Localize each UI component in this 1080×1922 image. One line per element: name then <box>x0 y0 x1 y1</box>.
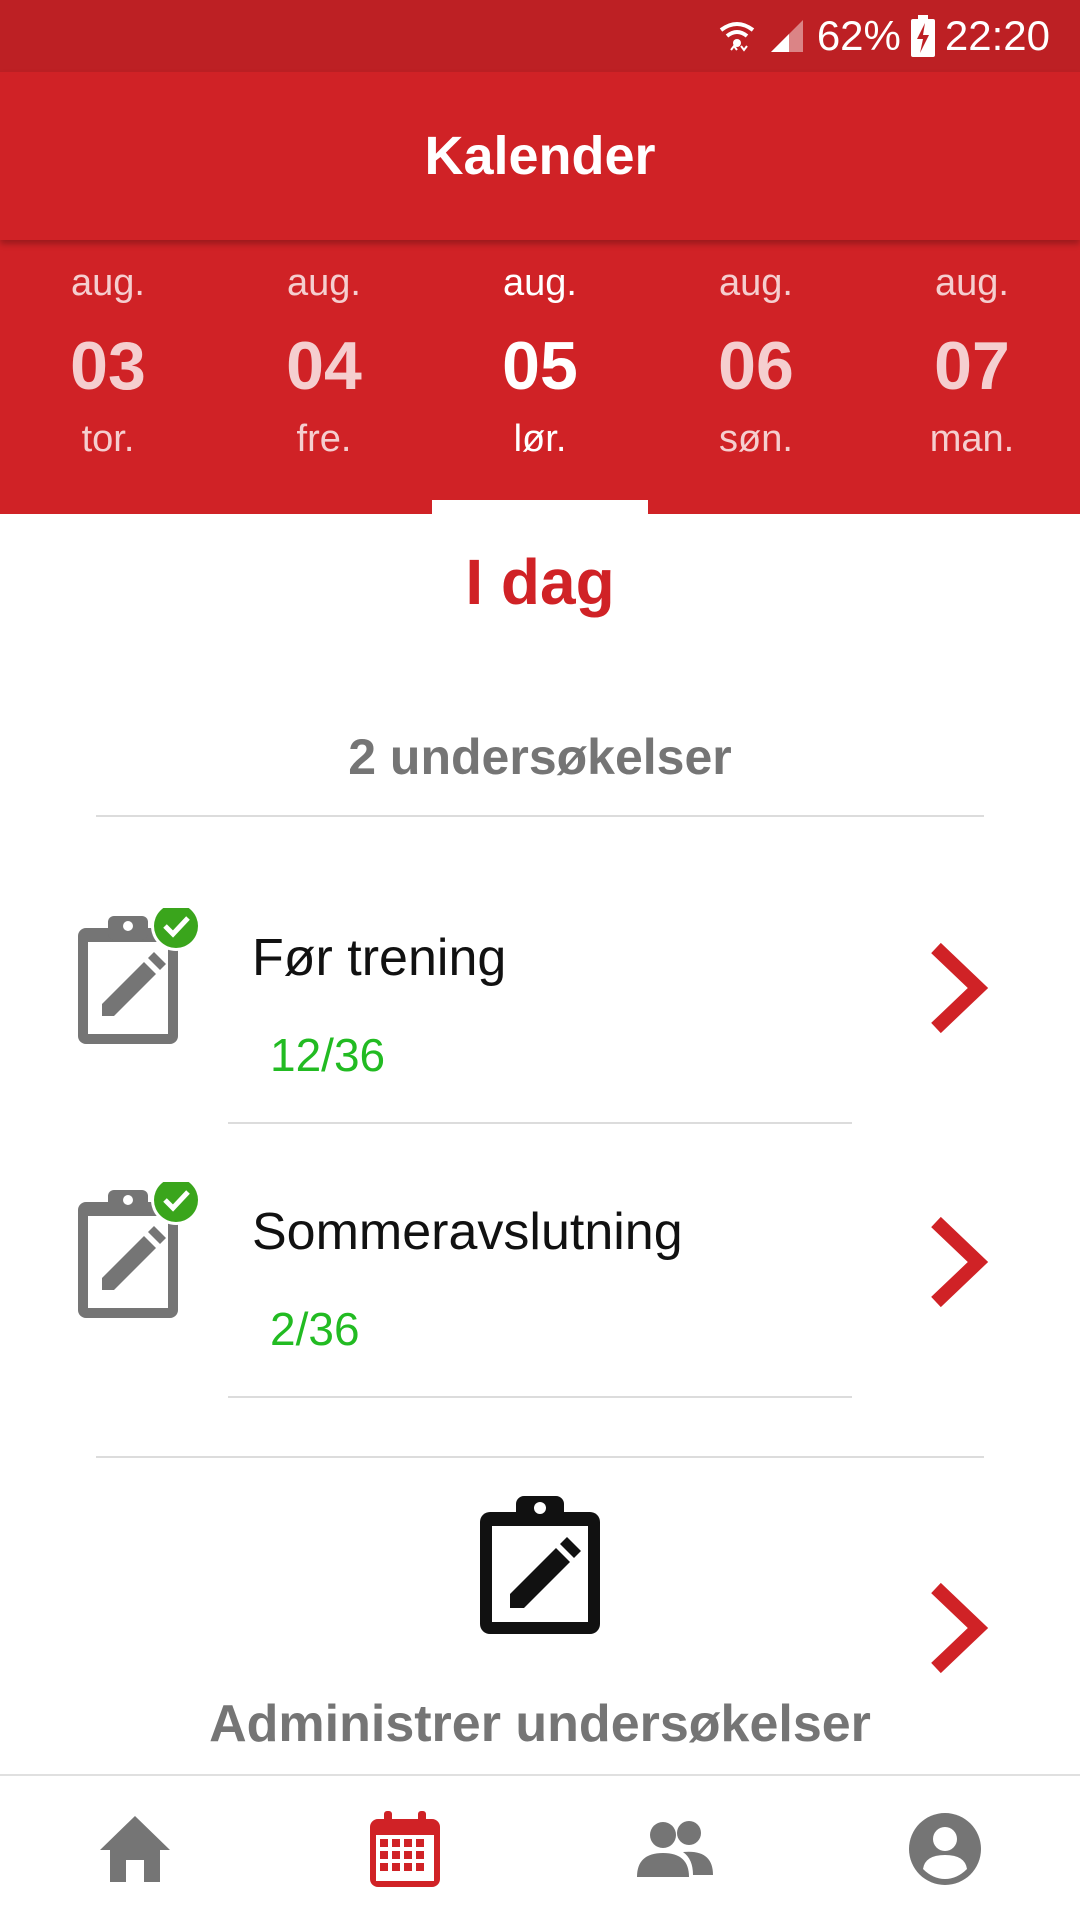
survey-name: Før trening <box>252 929 507 987</box>
chevron-right-icon <box>931 942 989 1034</box>
date-month: aug. <box>503 262 577 304</box>
nav-home[interactable] <box>0 1776 270 1922</box>
date-tab-04[interactable]: aug. 04 fre. <box>216 240 432 514</box>
date-month: aug. <box>935 262 1009 304</box>
nav-people[interactable] <box>540 1776 810 1922</box>
date-day: 07 <box>934 328 1010 404</box>
date-month: aug. <box>287 262 361 304</box>
date-weekday: fre. <box>296 418 352 460</box>
bottom-nav <box>0 1774 1080 1922</box>
survey-progress: 2/36 <box>270 1303 360 1355</box>
date-weekday: lør. <box>513 418 567 460</box>
wifi-icon <box>719 22 755 52</box>
date-day: 06 <box>718 328 794 404</box>
today-title: I dag <box>465 546 615 618</box>
survey-done-icon <box>78 1182 201 1318</box>
date-month: aug. <box>719 262 793 304</box>
date-weekday: tor. <box>81 418 135 460</box>
survey-count: 2 undersøkelser <box>348 729 732 785</box>
calendar-icon <box>370 1811 440 1887</box>
selected-tab-indicator <box>432 500 648 514</box>
date-tab-07[interactable]: aug. 07 man. <box>864 240 1080 514</box>
survey-progress: 12/36 <box>270 1029 386 1081</box>
date-month: aug. <box>71 262 145 304</box>
item-divider <box>228 1396 852 1398</box>
date-strip: aug. 03 tor. aug. 04 fre. aug. 05 lør. a… <box>0 240 1080 514</box>
nav-account[interactable] <box>810 1776 1080 1922</box>
date-day: 03 <box>70 328 146 404</box>
status-bar: 62% 22:20 <box>0 0 1080 72</box>
battery-percent: 62% <box>816 12 901 59</box>
admin-surveys-label: Administrer undersøkelser <box>209 1695 871 1753</box>
survey-list-item[interactable]: Før trening 12/36 <box>0 908 1080 1180</box>
date-tab-05[interactable]: aug. 05 lør. <box>432 240 648 514</box>
date-tab-06[interactable]: aug. 06 søn. <box>648 240 864 514</box>
date-weekday: søn. <box>719 418 793 460</box>
date-weekday: man. <box>929 418 1015 460</box>
app-bar: Kalender <box>0 72 1080 240</box>
item-divider <box>228 1122 852 1124</box>
section-divider <box>96 1456 984 1458</box>
people-icon <box>637 1821 713 1877</box>
clipboard-edit-icon <box>480 1496 600 1634</box>
page-title: Kalender <box>424 126 656 186</box>
signal-icon <box>770 20 803 52</box>
survey-name: Sommeravslutning <box>252 1203 683 1261</box>
nav-calendar[interactable] <box>270 1776 540 1922</box>
account-circle-icon <box>909 1813 981 1885</box>
status-icons: 62% 22:20 <box>717 0 1050 72</box>
chevron-right-icon <box>931 1582 989 1674</box>
clock-time: 22:20 <box>944 12 1050 59</box>
chevron-right-icon <box>931 1216 989 1308</box>
battery-charging-icon <box>910 15 935 57</box>
section-divider <box>96 815 984 817</box>
date-day: 04 <box>286 328 362 404</box>
date-day: 05 <box>502 328 578 404</box>
survey-done-icon <box>78 908 201 1044</box>
date-tab-03[interactable]: aug. 03 tor. <box>0 240 216 514</box>
home-icon <box>100 1816 170 1882</box>
survey-list-item[interactable]: Sommeravslutning 2/36 <box>0 1182 1080 1454</box>
